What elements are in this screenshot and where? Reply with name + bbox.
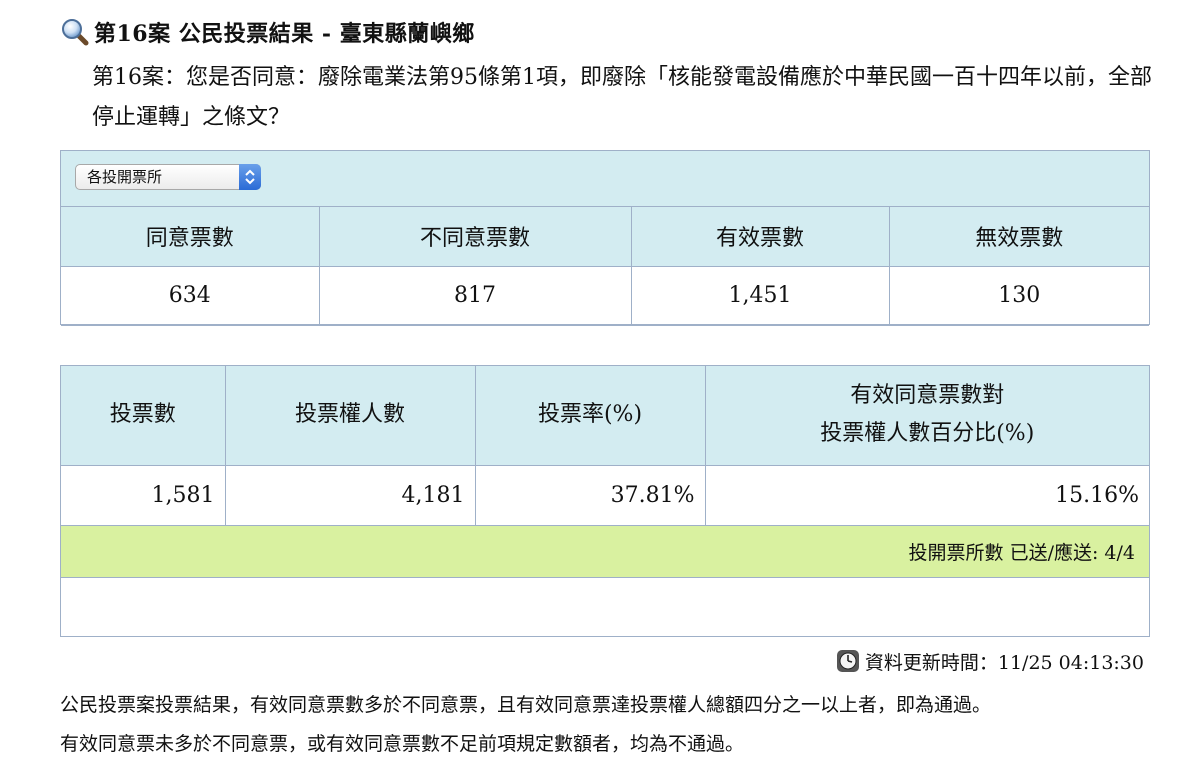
empty-row xyxy=(61,576,1149,637)
header-valid-votes: 有效票數 xyxy=(630,207,890,267)
header-agree-ratio-line1: 有效同意票數對 xyxy=(850,383,1005,409)
select-arrows-icon[interactable] xyxy=(239,164,261,190)
header-eligible-voters: 投票權人數 xyxy=(224,366,476,466)
turnout-rate-value: 37.81% xyxy=(474,464,706,526)
turnout-table: 投票數 投票權人數 投票率(%) 有效同意票數對 投票權人數百分比(%) 1,5… xyxy=(61,366,1149,637)
polling-station-select-value: 各投開票所 xyxy=(87,168,163,186)
header-turnout-rate: 投票率(%) xyxy=(474,366,706,466)
polling-station-select[interactable]: 各投開票所 xyxy=(75,164,261,190)
vote-count-table: 同意票數 不同意票數 有效票數 無效票數 634 817 1,451 130 xyxy=(61,207,1149,326)
disagree-votes-value: 817 xyxy=(318,265,632,326)
ballots-cast-value: 1,581 xyxy=(61,464,226,526)
agree-ratio-value: 15.16% xyxy=(704,464,1149,526)
note-pass-criteria: 公民投票案投票結果，有效同意票數多於不同意票，且有效同意票達投票權人總額四分之一… xyxy=(60,694,992,716)
title-row: 第16案 公民投票結果 - 臺東縣蘭嶼鄉 xyxy=(60,14,475,50)
update-time-label: 資料更新時間：11/25 04:13:30 xyxy=(864,651,1144,674)
stations-reported-status: 投開票所數 已送/應送: 4/4 xyxy=(61,524,1149,578)
header-agree-votes: 同意票數 xyxy=(61,207,320,267)
update-time-row: 資料更新時間：11/25 04:13:30 xyxy=(836,646,1144,676)
vote-count-panel: 各投開票所 同意票數 不同意票數 有效票數 無效票數 634 817 1,451 xyxy=(60,150,1150,326)
header-ballots-cast: 投票數 xyxy=(61,366,226,466)
agree-votes-value: 634 xyxy=(61,265,320,326)
header-agree-ratio: 有效同意票數對 投票權人數百分比(%) xyxy=(704,366,1149,466)
turnout-panel: 投票數 投票權人數 投票率(%) 有效同意票數對 投票權人數百分比(%) 1,5… xyxy=(60,365,1150,637)
header-invalid-votes: 無效票數 xyxy=(888,207,1149,267)
selector-bar: 各投開票所 xyxy=(61,151,1149,207)
note-fail-criteria: 有效同意票未多於不同意票，或有效同意票數不足前項規定數額者，均為不通過。 xyxy=(60,733,745,755)
notes: 公民投票案投票結果，有效同意票數多於不同意票，且有效同意票達投票權人總額四分之一… xyxy=(60,686,1160,764)
header-disagree-votes: 不同意票數 xyxy=(318,207,632,267)
eligible-voters-value: 4,181 xyxy=(224,464,476,526)
header-agree-ratio-line2: 投票權人數百分比(%) xyxy=(820,421,1035,447)
invalid-votes-value: 130 xyxy=(888,265,1149,326)
valid-votes-value: 1,451 xyxy=(630,265,890,326)
page-title: 第16案 公民投票結果 - 臺東縣蘭嶼鄉 xyxy=(94,21,475,47)
question-text: 第16案：您是否同意：廢除電業法第95條第1項，即廢除「核能發電設備應於中華民國… xyxy=(92,65,1152,130)
clock-icon xyxy=(836,649,860,673)
magnifier-icon xyxy=(60,17,90,47)
